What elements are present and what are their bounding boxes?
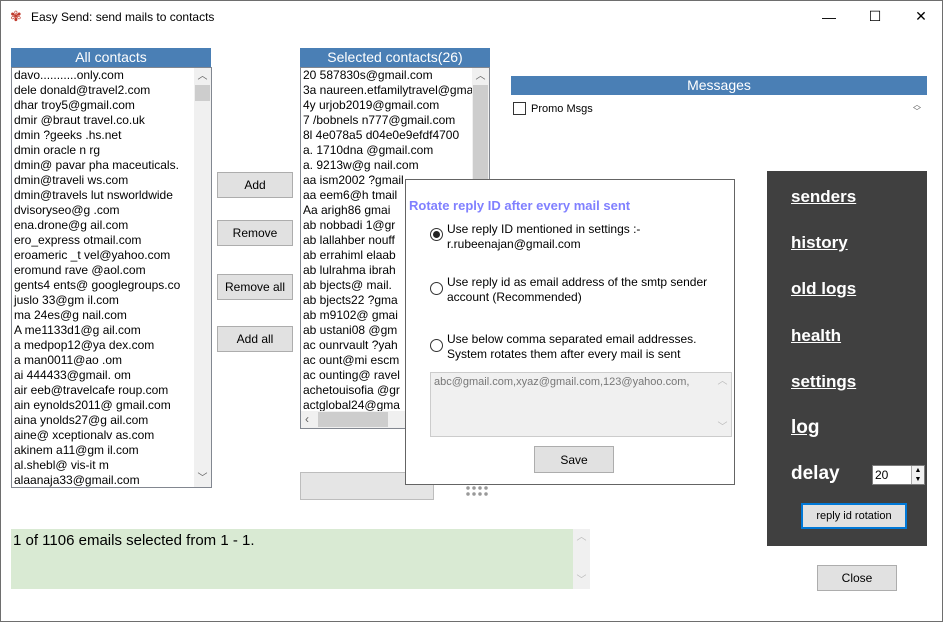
contact-item[interactable]: aine@ xceptionalv as.com [12, 428, 211, 443]
contact-item[interactable]: dele donald@travel2.com [12, 83, 211, 98]
contact-item[interactable]: dmir @braut travel.co.uk [12, 113, 211, 128]
messages-scroll-icon[interactable]: ︿ ﹀ [913, 101, 921, 116]
delay-value: 20 [875, 468, 889, 482]
app-icon: ✾ [10, 8, 22, 24]
scroll-up-icon[interactable]: ︿ [472, 68, 489, 85]
contact-item[interactable]: aina ynolds27@g ail.com [12, 413, 211, 428]
minimize-button[interactable]: — [806, 1, 852, 32]
emails-value: abc@gmail.com,xyaz@gmail.com,123@yahoo.c… [434, 376, 690, 388]
contact-item[interactable]: ma 24es@g nail.com [12, 308, 211, 323]
all-contacts-scrollbar[interactable]: ︿ ﹀ [194, 68, 211, 487]
close-button[interactable]: Close [817, 565, 897, 591]
option-smtp-sender[interactable]: Use reply id as email address of the smt… [430, 275, 707, 305]
contact-item[interactable]: dmin oracle n rg [12, 143, 211, 158]
remove-all-button[interactable]: Remove all [217, 274, 293, 300]
contact-item[interactable]: 3a naureen.etfamilytravel@gma [301, 83, 489, 98]
contact-item[interactable]: eroameric _t vel@yahoo.com [12, 248, 211, 263]
contact-item[interactable]: dmin@ pavar pha maceuticals. [12, 158, 211, 173]
contact-item[interactable]: dmin@traveli ws.com [12, 173, 211, 188]
radio-selected[interactable] [430, 228, 443, 241]
option-text: Use reply id as email address of the smt… [447, 275, 708, 289]
add-all-button[interactable]: Add all [217, 326, 293, 352]
dialog-title: Rotate reply ID after every mail sent [409, 198, 631, 213]
contact-item[interactable]: ai 444433@gmail. om [12, 368, 211, 383]
scroll-left-icon[interactable]: ‹ [305, 412, 309, 426]
contact-item[interactable]: ain eynolds2011@ gmail.com [12, 398, 211, 413]
option-email: r.rubeenajan@gmail.com [447, 237, 581, 251]
contact-item[interactable]: ena.drone@g ail.com [12, 218, 211, 233]
contact-item[interactable]: alaanaja33@gmail.com [12, 473, 211, 487]
all-contacts-header: All contacts [11, 48, 211, 67]
contact-item[interactable]: dmin@travels lut nsworldwide [12, 188, 211, 203]
messages-header: Messages [511, 76, 927, 95]
option-comma-separated[interactable]: Use below comma separated email addresse… [430, 332, 696, 362]
maximize-button[interactable]: ☐ [852, 1, 898, 32]
contact-item[interactable]: 7 /bobnels n777@gmail.com [301, 113, 489, 128]
scroll-up-icon[interactable]: ︿ [194, 68, 211, 85]
contact-item[interactable]: 20 587830s@gmail.com [301, 68, 489, 83]
contact-item[interactable]: a. 1710dna @gmail.com [301, 143, 489, 158]
contact-item[interactable]: A me1133d1@g ail.com [12, 323, 211, 338]
health-link[interactable]: health [791, 326, 841, 346]
contact-item[interactable]: 8l 4e078a5 d04e0e9efdf4700 [301, 128, 489, 143]
scroll-down-icon[interactable]: ﹀ [194, 470, 211, 487]
option-text: Use reply ID mentioned in settings :- [447, 222, 641, 236]
radio[interactable] [430, 282, 443, 295]
contact-item[interactable]: a man0011@ao .om [12, 353, 211, 368]
contact-item[interactable]: air eeb@travelcafe roup.com [12, 383, 211, 398]
promo-msgs-item[interactable]: Promo Msgs [513, 102, 593, 115]
spinner-icon[interactable]: ▲ ▼ [911, 466, 924, 484]
status-box: 1 of 1106 emails selected from 1 - 1. ︿ ﹀ [11, 529, 590, 589]
reply-id-rotation-button[interactable]: reply id rotation [801, 503, 907, 529]
close-window-button[interactable]: ✕ [898, 1, 943, 32]
status-scrollbar[interactable]: ︿ ﹀ [573, 529, 590, 589]
message-label: Promo Msgs [531, 102, 593, 115]
delay-input[interactable]: 20 ▲ ▼ [872, 465, 925, 485]
title-bar: ✾ Easy Send: send mails to contacts — ☐ … [1, 1, 943, 32]
save-button[interactable]: Save [534, 446, 614, 473]
contact-item[interactable]: dmin ?geeks .hs.net [12, 128, 211, 143]
selected-contacts-header: Selected contacts(26) [300, 48, 490, 67]
all-contacts-list[interactable]: davo...........only.com dele donald@trave… [11, 67, 212, 488]
contact-item[interactable]: juslo 33@gm il.com [12, 293, 211, 308]
contact-item[interactable]: a. 9213w@g nail.com [301, 158, 489, 173]
senders-link[interactable]: senders [791, 187, 856, 207]
settings-link[interactable]: settings [791, 372, 856, 392]
reply-rotation-dialog: Rotate reply ID after every mail sent Us… [405, 179, 735, 485]
delay-label: delay [791, 463, 840, 484]
side-panel: senders history old logs health settings… [767, 171, 927, 546]
contact-item[interactable]: 4y urjob2019@gmail.com [301, 98, 489, 113]
status-text: 1 of 1106 emails selected from 1 - 1. [13, 532, 255, 549]
history-link[interactable]: history [791, 233, 848, 253]
contact-item[interactable]: akinem a11@gm il.com [12, 443, 211, 458]
option-settings-reply-id[interactable]: Use reply ID mentioned in settings :- r.r… [430, 222, 640, 252]
contact-item[interactable]: dhar troy5@gmail.com [12, 98, 211, 113]
contact-item[interactable]: eromund rave @aol.com [12, 263, 211, 278]
option-text: account (Recommended) [447, 290, 582, 304]
contact-item[interactable]: dvisoryseo@g .com [12, 203, 211, 218]
option-text: System rotates them after every mail is … [447, 347, 681, 361]
add-button[interactable]: Add [217, 172, 293, 198]
contact-item[interactable]: al.shebl@ vis-it m [12, 458, 211, 473]
radio[interactable] [430, 339, 443, 352]
old-logs-link[interactable]: old logs [791, 279, 856, 299]
contact-item[interactable]: davo...........only.com [12, 68, 211, 83]
emails-textarea[interactable]: abc@gmail.com,xyaz@gmail.com,123@yahoo.c… [430, 372, 732, 437]
checkbox[interactable] [513, 102, 526, 115]
remove-button[interactable]: Remove [217, 220, 293, 246]
option-text: Use below comma separated email addresse… [447, 332, 697, 346]
contact-item[interactable]: gents4 ents@ googlegroups.co [12, 278, 211, 293]
contact-item[interactable]: ero_express otmail.com [12, 233, 211, 248]
contact-item[interactable]: a medpop12@ya dex.com [12, 338, 211, 353]
grip-icon [465, 485, 489, 497]
log-link[interactable]: log [791, 417, 820, 439]
window-title: Easy Send: send mails to contacts [31, 10, 215, 24]
